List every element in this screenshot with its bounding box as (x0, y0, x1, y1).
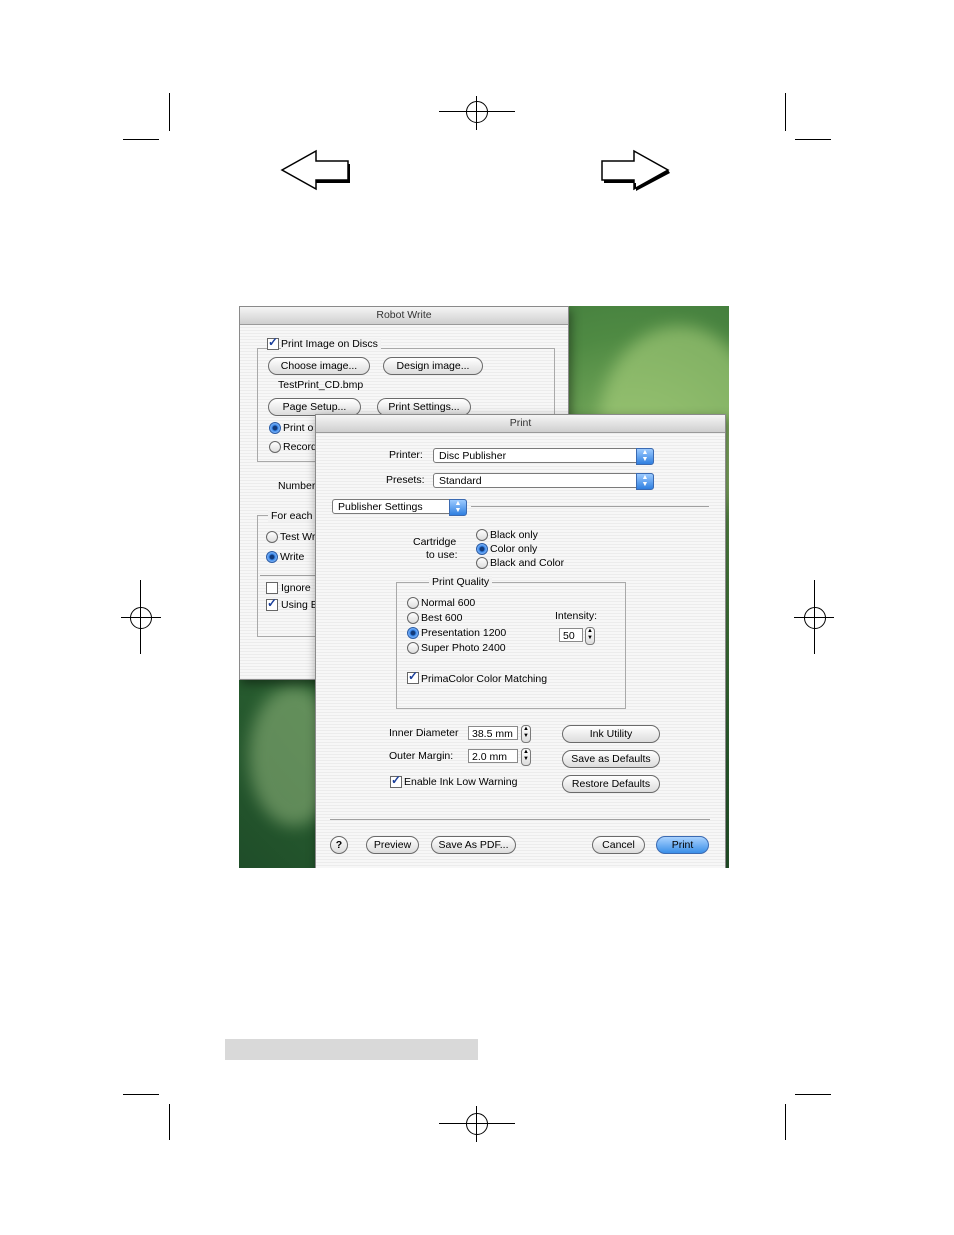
choose-image-button[interactable]: Choose image... (268, 357, 370, 375)
footer-divider (330, 819, 710, 820)
chevron-updown-icon: ▲ ▼ (636, 448, 654, 465)
outer-margin-field[interactable]: 2.0 mm (468, 749, 518, 763)
outer-margin-label: Outer Margin: (389, 750, 454, 762)
registration-line (439, 111, 515, 112)
print-image-label: Print Image on Discs (281, 338, 381, 350)
crop-mark (785, 1104, 786, 1140)
registration-icon (804, 607, 826, 629)
panel-value: Publisher Settings (338, 501, 423, 513)
primacolor-label: PrimaColor Color Matching (421, 673, 548, 685)
normal-600-label: Normal 600 (421, 597, 476, 609)
presets-popup[interactable]: Standard ▲ ▼ (433, 473, 654, 490)
intensity-label: Intensity: (555, 610, 598, 622)
black-only-radio[interactable] (476, 529, 488, 541)
for-each-label: For each (268, 510, 316, 522)
print-option-label: Print o (283, 422, 314, 434)
using-label: Using E (281, 599, 318, 611)
left-arrow-icon[interactable] (280, 149, 352, 191)
cartridge-label: to use: (426, 549, 458, 561)
intensity-field[interactable]: 50 (559, 628, 583, 642)
cancel-button[interactable]: Cancel (592, 836, 645, 854)
inner-diameter-field[interactable]: 38.5 mm (468, 726, 518, 740)
save-defaults-button[interactable]: Save as Defaults (562, 750, 660, 768)
registration-line (121, 617, 161, 618)
chevron-updown-icon: ▲ ▼ (636, 473, 654, 490)
design-image-button[interactable]: Design image... (383, 357, 483, 375)
ignore-checkbox[interactable] (266, 582, 278, 594)
write-label: Write (280, 551, 305, 563)
number-label: Number (278, 480, 316, 492)
screenshot: Robot Write Print Image on Discs Choose … (239, 306, 729, 868)
normal-600-radio[interactable] (407, 597, 419, 609)
primacolor-checkbox[interactable] (407, 669, 419, 684)
ink-low-checkbox[interactable] (390, 773, 402, 788)
black-and-color-label: Black and Color (490, 557, 565, 569)
crop-mark (169, 93, 170, 131)
print-quality-legend: Print Quality (429, 576, 493, 588)
test-write-radio[interactable] (266, 531, 278, 543)
registration-line (476, 96, 477, 130)
best-600-radio[interactable] (407, 612, 419, 624)
ignore-label: Ignore (281, 582, 311, 594)
write-radio[interactable] (266, 551, 278, 563)
test-write-label: Test Wr (280, 531, 316, 543)
inner-diameter-stepper[interactable]: ▲ ▼ (521, 725, 531, 743)
registration-line (439, 1123, 515, 1124)
best-600-label: Best 600 (421, 612, 463, 624)
help-icon[interactable]: ? (330, 836, 348, 854)
panel-divider (471, 506, 709, 507)
printer-value: Disc Publisher (439, 450, 507, 462)
print-image-checkbox[interactable] (267, 335, 279, 350)
image-filename: TestPrint_CD.bmp (278, 379, 364, 391)
printer-popup[interactable]: Disc Publisher ▲ ▼ (433, 448, 654, 465)
crop-mark (123, 139, 159, 140)
print-button[interactable]: Print (656, 836, 709, 854)
color-only-radio[interactable] (476, 543, 488, 555)
footer-bar (225, 1039, 478, 1060)
registration-icon (466, 101, 488, 123)
panel-popup[interactable]: Publisher Settings ▲ ▼ (332, 499, 467, 516)
presets-value: Standard (439, 475, 482, 487)
print-option-radio[interactable] (269, 422, 281, 434)
outer-margin-stepper[interactable]: ▲ ▼ (521, 748, 531, 766)
crop-mark (123, 1094, 159, 1095)
print-dialog: Print Printer: Disc Publisher ▲ ▼ Presets… (315, 414, 726, 868)
dialog-title: Print (316, 415, 725, 433)
cartridge-label: Cartridge (413, 536, 457, 548)
window-title: Robot Write (240, 307, 568, 325)
registration-line (140, 580, 141, 654)
ink-low-label: Enable Ink Low Warning (404, 776, 518, 788)
black-only-label: Black only (490, 529, 538, 541)
preview-button[interactable]: Preview (366, 836, 419, 854)
record-option-radio[interactable] (269, 441, 281, 453)
black-and-color-radio[interactable] (476, 557, 488, 569)
registration-icon (130, 607, 152, 629)
crop-mark (795, 139, 831, 140)
crop-mark (785, 93, 786, 131)
save-pdf-button[interactable]: Save As PDF... (431, 836, 516, 854)
crop-mark (795, 1094, 831, 1095)
restore-defaults-button[interactable]: Restore Defaults (562, 775, 660, 793)
ink-utility-button[interactable]: Ink Utility (562, 725, 660, 743)
printer-label: Printer: (389, 449, 423, 461)
registration-icon (466, 1113, 488, 1135)
color-only-label: Color only (490, 543, 538, 555)
chevron-updown-icon: ▲ ▼ (449, 499, 467, 516)
right-arrow-icon[interactable] (600, 149, 672, 191)
presets-label: Presets: (386, 474, 425, 486)
crop-mark (169, 1104, 170, 1140)
record-option-label: Record (283, 441, 317, 453)
super-photo-2400-radio[interactable] (407, 642, 419, 654)
registration-line (814, 580, 815, 654)
super-photo-2400-label: Super Photo 2400 (421, 642, 506, 654)
presentation-1200-label: Presentation 1200 (421, 627, 507, 639)
presentation-1200-radio[interactable] (407, 627, 419, 639)
registration-line (476, 1106, 477, 1142)
using-checkbox[interactable] (266, 596, 278, 611)
inner-diameter-label: Inner Diameter (389, 727, 459, 739)
intensity-stepper[interactable]: ▲ ▼ (585, 627, 595, 645)
